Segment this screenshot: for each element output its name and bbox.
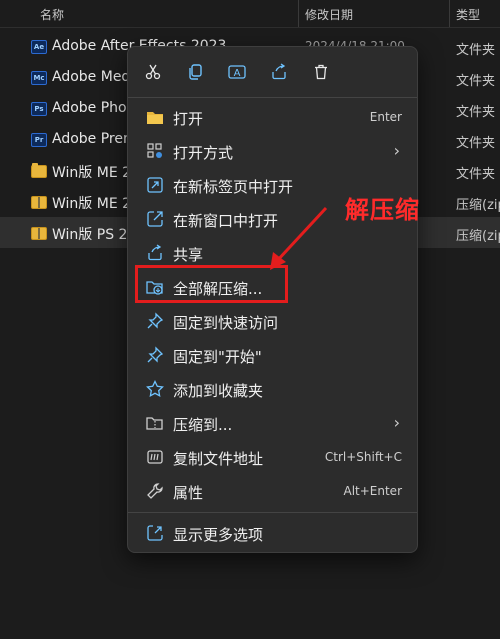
annotation-arrow [270, 206, 328, 270]
annotation-label: 解压缩 [345, 195, 420, 224]
